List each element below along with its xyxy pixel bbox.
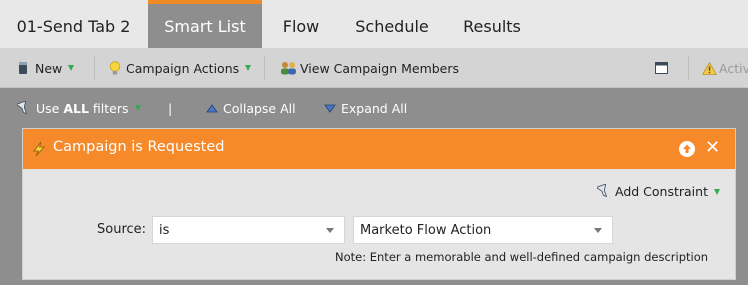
tab-results[interactable]: Results bbox=[444, 4, 540, 48]
toolbar: New Campaign Actions View Campaign Membe… bbox=[0, 48, 748, 88]
expand-all-button[interactable]: Expand All bbox=[324, 88, 407, 128]
chevron-down-icon bbox=[713, 188, 720, 195]
source-value: Marketo Flow Action bbox=[360, 222, 492, 238]
new-button[interactable]: New bbox=[18, 48, 75, 88]
use-filters-suffix: filters bbox=[88, 100, 129, 116]
lightbulb-icon bbox=[109, 60, 121, 74]
move-up-button[interactable] bbox=[679, 141, 695, 157]
source-label: Source: bbox=[97, 222, 147, 237]
tab-program-name[interactable]: 01-Send Tab 2 bbox=[0, 4, 147, 48]
expand-triangle-icon bbox=[324, 104, 336, 113]
activation-button[interactable]: Activ bbox=[702, 48, 748, 88]
close-icon[interactable]: ✕ bbox=[705, 137, 720, 159]
dropdown-arrow-icon bbox=[326, 228, 334, 233]
tab-flow[interactable]: Flow bbox=[262, 4, 340, 48]
filter-funnel-icon bbox=[17, 100, 28, 114]
collapse-all-button[interactable]: Collapse All bbox=[206, 88, 296, 128]
collapse-triangle-icon bbox=[206, 103, 218, 112]
tab-schedule[interactable]: Schedule bbox=[340, 4, 444, 48]
description-note: Note: Enter a memorable and well-defined… bbox=[335, 250, 709, 264]
people-icon bbox=[281, 61, 296, 74]
warning-icon bbox=[702, 61, 717, 75]
use-filters-prefix: Use bbox=[36, 100, 64, 116]
source-select[interactable]: Marketo Flow Action bbox=[353, 216, 613, 244]
collapse-all-label: Collapse All bbox=[223, 100, 296, 116]
filter-bar: Use ALL filters | Collapse All Expand Al… bbox=[0, 88, 748, 128]
window-icon bbox=[655, 62, 668, 74]
toolbar-divider bbox=[94, 56, 95, 80]
use-all-filters-button[interactable]: Use ALL filters bbox=[17, 88, 141, 128]
dropdown-arrow-icon bbox=[594, 228, 602, 233]
arrow-up-icon bbox=[683, 144, 691, 153]
operator-select[interactable]: is bbox=[152, 216, 345, 244]
trigger-title: Campaign is Requested bbox=[53, 139, 225, 155]
tab-bar: 01-Send Tab 2 Smart List Flow Schedule R… bbox=[0, 0, 748, 48]
lightning-icon bbox=[33, 141, 45, 157]
view-campaign-members-label: View Campaign Members bbox=[300, 60, 460, 76]
chevron-down-icon bbox=[68, 65, 75, 71]
operator-value: is bbox=[159, 222, 170, 238]
filterbar-divider: | bbox=[168, 100, 173, 116]
view-campaign-members-button[interactable]: View Campaign Members bbox=[280, 48, 459, 88]
filter-funnel-icon bbox=[597, 184, 608, 198]
expand-all-label: Expand All bbox=[341, 100, 408, 116]
campaign-actions-button[interactable]: Campaign Actions bbox=[109, 48, 252, 88]
toolbar-divider bbox=[264, 56, 265, 80]
new-icon bbox=[19, 62, 27, 74]
campaign-actions-label: Campaign Actions bbox=[126, 60, 240, 76]
trigger-header: Campaign is Requested ✕ bbox=[23, 129, 735, 169]
add-constraint-label: Add Constraint bbox=[615, 184, 708, 199]
new-button-label: New bbox=[35, 60, 63, 76]
activation-label: Activ bbox=[719, 60, 748, 76]
use-filters-all: ALL bbox=[63, 100, 89, 116]
chevron-down-icon bbox=[134, 105, 141, 111]
add-constraint-button[interactable]: Add Constraint bbox=[597, 184, 720, 199]
trigger-panel: Campaign is Requested ✕ Add Constraint S… bbox=[22, 128, 736, 280]
chevron-down-icon bbox=[245, 65, 252, 71]
window-button[interactable] bbox=[655, 48, 668, 88]
tab-smart-list[interactable]: Smart List bbox=[148, 0, 262, 48]
toolbar-divider bbox=[688, 56, 689, 80]
